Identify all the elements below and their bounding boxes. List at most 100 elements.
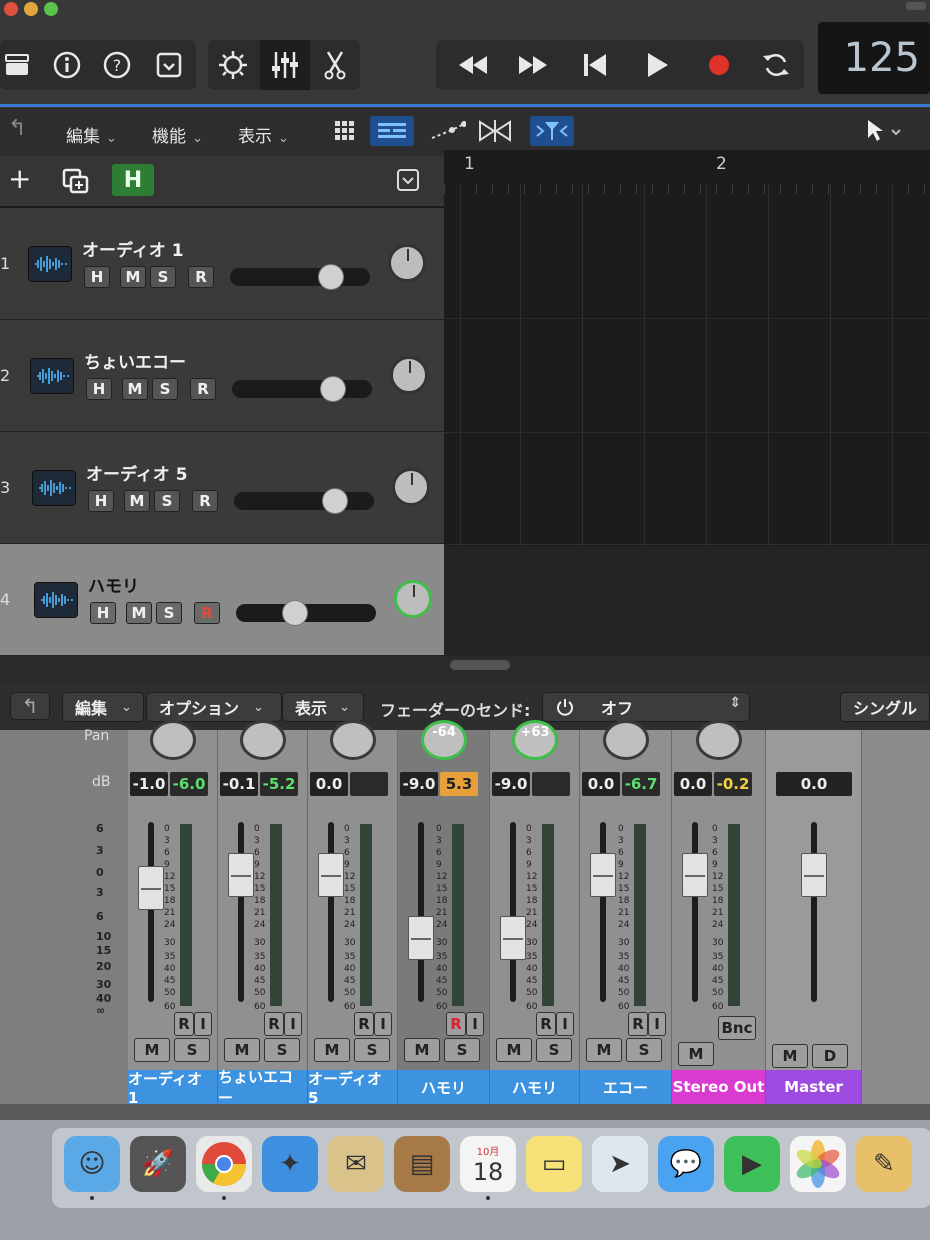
- volume-db-value[interactable]: 0.0: [310, 772, 348, 796]
- mixer-edit-menu[interactable]: 編集 ⌄: [62, 692, 144, 722]
- volume-fader[interactable]: [590, 853, 616, 898]
- back-icon[interactable]: ↰: [10, 692, 50, 720]
- list-view-icon[interactable]: [370, 116, 414, 146]
- duplicate-track-icon[interactable]: [62, 168, 90, 198]
- pan-knob[interactable]: [392, 468, 430, 506]
- input-monitor-button[interactable]: I: [194, 1012, 212, 1036]
- scissors-icon[interactable]: [310, 40, 360, 90]
- volume-fader[interactable]: [682, 853, 708, 898]
- channel-strip[interactable]: 0.0 0 3 6 9 12 15 18 21 24 30 35 40 45 50 60 R I M S オーディオ 5: [308, 720, 398, 1108]
- pan-knob[interactable]: -64: [421, 720, 467, 760]
- back-icon[interactable]: ↰: [8, 116, 26, 141]
- library-icon[interactable]: [0, 40, 42, 90]
- pan-knob[interactable]: [390, 356, 428, 394]
- mute-button[interactable]: M: [496, 1038, 532, 1062]
- volume-db-value[interactable]: 0.0: [776, 772, 852, 796]
- track-name[interactable]: ちょいエコー: [84, 348, 186, 373]
- mute-button[interactable]: M: [224, 1038, 260, 1062]
- mute-button[interactable]: M: [134, 1038, 170, 1062]
- function-menu[interactable]: 機能 ⌄: [152, 122, 203, 147]
- track-row[interactable]: 1 オーディオ 1 HMSR: [0, 208, 444, 320]
- input-monitor-button[interactable]: I: [374, 1012, 392, 1036]
- preview-icon[interactable]: ✎: [856, 1136, 912, 1192]
- channel-name[interactable]: エコー: [580, 1070, 671, 1104]
- volume-fader[interactable]: [801, 853, 827, 898]
- mute-button[interactable]: M: [586, 1038, 622, 1062]
- record-enable-button[interactable]: R: [446, 1012, 466, 1036]
- volume-db-value[interactable]: -9.0: [492, 772, 530, 796]
- tempo-display[interactable]: 125: [818, 22, 930, 94]
- track-s-button[interactable]: S: [156, 602, 182, 624]
- mute-button[interactable]: M: [314, 1038, 350, 1062]
- solo-button[interactable]: S: [264, 1038, 300, 1062]
- pan-knob[interactable]: [394, 580, 432, 618]
- mute-button[interactable]: M: [404, 1038, 440, 1062]
- track-r-button[interactable]: R: [192, 490, 218, 512]
- volume-slider-knob[interactable]: [317, 264, 344, 290]
- cycle-icon[interactable]: [748, 40, 804, 90]
- track-h-button[interactable]: H: [90, 602, 116, 624]
- catch-icon[interactable]: [530, 116, 574, 146]
- flex-icon[interactable]: [478, 118, 512, 148]
- channel-strip[interactable]: -1.0 -6.0 0 3 6 9 12 15 18 21 24 30 35 40 45 50 60 R I M S オー…: [128, 720, 218, 1108]
- solo-button[interactable]: S: [354, 1038, 390, 1062]
- volume-slider[interactable]: [230, 264, 370, 290]
- sends-on-faders-select[interactable]: オフ ⇕: [542, 692, 750, 722]
- collapse-icon[interactable]: [396, 168, 420, 196]
- channel-name[interactable]: オーディオ 1: [128, 1070, 217, 1107]
- track-r-button[interactable]: R: [188, 266, 214, 288]
- track-s-button[interactable]: S: [150, 266, 176, 288]
- input-monitor-button[interactable]: I: [648, 1012, 666, 1036]
- hide-tracks-button[interactable]: H: [112, 164, 154, 196]
- channel-strip[interactable]: 0.0 M D Master: [766, 730, 862, 1108]
- channel-name[interactable]: Stereo Out: [672, 1070, 765, 1104]
- track-h-button[interactable]: H: [86, 378, 112, 400]
- volume-db-value[interactable]: -0.1: [220, 772, 258, 796]
- smart-controls-icon[interactable]: [208, 40, 258, 90]
- channel-name[interactable]: Master: [766, 1070, 861, 1104]
- track-h-button[interactable]: H: [84, 266, 110, 288]
- record-enable-button[interactable]: R: [354, 1012, 374, 1036]
- pan-knob[interactable]: [696, 720, 742, 760]
- mute-button[interactable]: M: [772, 1044, 808, 1068]
- mixer-view-menu[interactable]: 表示 ⌄: [282, 692, 364, 722]
- arrange-area[interactable]: 1 2: [444, 150, 930, 660]
- pan-knob[interactable]: [150, 720, 196, 760]
- volume-slider-knob[interactable]: [321, 488, 348, 514]
- calendar-icon[interactable]: 10月 18: [460, 1136, 516, 1192]
- mixer-options-menu[interactable]: オプション ⌄: [146, 692, 282, 722]
- track-s-button[interactable]: S: [152, 378, 178, 400]
- inbox-icon[interactable]: [144, 40, 194, 90]
- track-row[interactable]: 4 ハモリ H M S R: [0, 544, 444, 656]
- photos-icon[interactable]: [790, 1136, 846, 1192]
- window-control-icon[interactable]: [906, 2, 926, 10]
- pointer-tool-icon[interactable]: [866, 118, 906, 148]
- volume-fader[interactable]: [138, 866, 164, 910]
- volume-slider[interactable]: [234, 488, 374, 514]
- channel-name[interactable]: ハモリ: [490, 1070, 579, 1104]
- record-icon[interactable]: [690, 40, 748, 90]
- pan-knob[interactable]: [240, 720, 286, 760]
- dim-button[interactable]: D: [812, 1044, 848, 1068]
- notes-icon[interactable]: ▭: [526, 1136, 582, 1192]
- volume-db-value[interactable]: 0.0: [582, 772, 620, 796]
- pan-knob[interactable]: [388, 244, 426, 282]
- track-name[interactable]: オーディオ 1: [82, 236, 184, 261]
- channel-strip[interactable]: 0.0 -6.7 0 3 6 9 12 15 18 21 24 30 35 40 45 50 60 R I M S エコー: [580, 720, 672, 1108]
- pan-knob[interactable]: [603, 720, 649, 760]
- messages-icon[interactable]: 💬: [658, 1136, 714, 1192]
- help-icon[interactable]: ?: [92, 40, 142, 90]
- solo-button[interactable]: S: [626, 1038, 662, 1062]
- track-r-button[interactable]: R: [194, 602, 220, 624]
- fast-forward-icon[interactable]: [504, 40, 562, 90]
- track-name[interactable]: ハモリ: [88, 572, 139, 597]
- volume-fader[interactable]: [228, 853, 254, 898]
- finder-icon[interactable]: ☺: [64, 1136, 120, 1192]
- input-monitor-button[interactable]: I: [466, 1012, 484, 1036]
- volume-slider-knob[interactable]: [319, 376, 346, 402]
- track-h-button[interactable]: H: [88, 490, 114, 512]
- volume-slider-knob[interactable]: [281, 600, 308, 626]
- facetime-icon[interactable]: ▶: [724, 1136, 780, 1192]
- close-window-button[interactable]: [4, 2, 18, 16]
- track-r-button[interactable]: R: [190, 378, 216, 400]
